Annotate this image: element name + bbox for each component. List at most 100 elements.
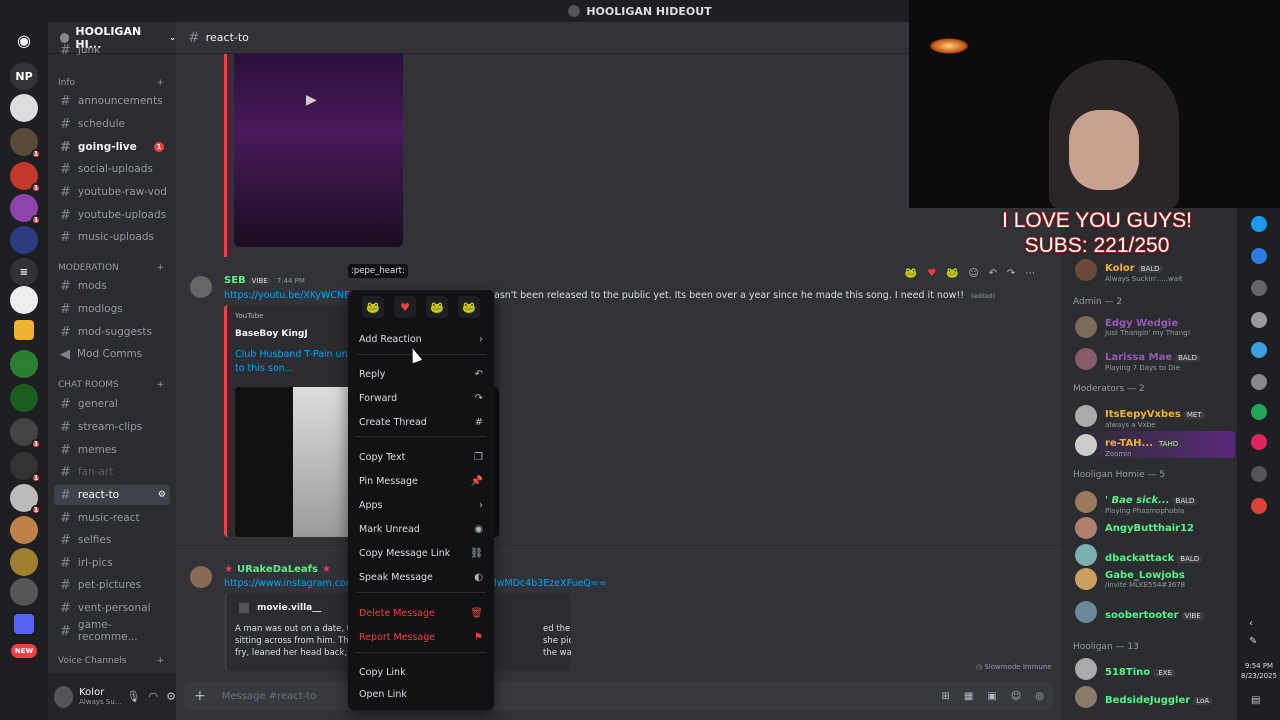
channel-mod-suggests[interactable]: # mod-suggests (54, 322, 170, 342)
menu-copy-text[interactable]: Copy Text ❐ (356, 447, 486, 467)
member-item[interactable]: Larissa Mae BALD Playing 7 Days to Die (1075, 345, 1235, 372)
message-link[interactable]: https://youtu.be/XKyWCNE (224, 290, 350, 301)
quick-reaction-pepe[interactable]: 🐸 (362, 296, 384, 318)
app-icon[interactable] (1251, 280, 1267, 296)
channel-going-live[interactable]: # going-live 1 (54, 137, 170, 157)
app-icon[interactable] (1251, 248, 1267, 264)
member-item[interactable]: 518Tino .EXE (1075, 658, 1235, 680)
guild-np[interactable]: NP (10, 62, 38, 90)
guild-icon[interactable]: 1 (10, 128, 41, 159)
channel-general[interactable]: # general (54, 394, 170, 414)
menu-mark-unread[interactable]: Mark Unread ◉ (356, 519, 486, 539)
category-info[interactable]: Info + (58, 78, 164, 88)
guild-icon[interactable]: 1 (10, 452, 41, 483)
menu-forward[interactable]: Forward ↷ (356, 388, 486, 408)
member-item[interactable]: BedsideJuggler LoA (1075, 686, 1235, 708)
headphones-icon[interactable]: ◠ (149, 690, 159, 703)
guild-icon[interactable] (10, 350, 38, 378)
settings-icon[interactable]: ⚙ (166, 690, 176, 703)
message-link-tail[interactable]: lwMDc4b3EzeXFueQ== (494, 578, 607, 589)
channel-announcements[interactable]: # announcements (54, 91, 170, 111)
plus-icon[interactable]: + (156, 78, 164, 88)
channel-schedule[interactable]: # schedule (54, 114, 170, 134)
menu-reply[interactable]: Reply ↶ (356, 364, 486, 384)
forward-icon[interactable]: ↷ (1007, 268, 1015, 279)
member-item[interactable]: ' Bae sick... BALD Playing Phasmophobia (1075, 488, 1235, 515)
app-icon[interactable] (1251, 466, 1267, 482)
channel-music-uploads[interactable]: # music-uploads (54, 227, 170, 247)
guild-icon[interactable]: ≡ (10, 258, 38, 286)
channel-fan-art[interactable]: # fan-art (54, 462, 170, 482)
apps-icon[interactable]: ◎ (1035, 691, 1044, 702)
app-icon[interactable] (1251, 342, 1267, 358)
channel-pet-pictures[interactable]: # pet-pictures (54, 575, 170, 595)
system-clock[interactable]: 9:54 PM 8/23/2025 (1238, 661, 1280, 681)
member-item[interactable]: Gabe_Lowjobs/invite MLKE554#3678 (1075, 568, 1235, 590)
channel-junk[interactable]: # junk (54, 44, 170, 56)
embed-title-2[interactable]: to this son... (235, 363, 294, 374)
channel-modlogs[interactable]: # modlogs (54, 299, 170, 319)
channel-music-react[interactable]: # music-react (54, 508, 170, 528)
channel-react-to[interactable]: # react-to ⚙ (54, 485, 170, 505)
gift-icon[interactable]: ⊞ (942, 691, 950, 702)
member-item[interactable]: AngyButthair12 (1075, 517, 1235, 539)
avatar[interactable] (54, 685, 74, 708)
chevron-left-icon[interactable]: ‹ (1249, 618, 1253, 629)
reaction-pepe-icon[interactable]: 🐸 (905, 268, 917, 279)
guild-icon[interactable] (10, 384, 38, 412)
menu-add-reaction[interactable]: Add Reaction › (356, 329, 486, 349)
embed-title[interactable]: Club Husband T-Pain un (235, 349, 348, 360)
channel-youtube-raw-vod[interactable]: # youtube-raw-vod (54, 182, 170, 202)
guild-icon[interactable]: 1 (10, 418, 41, 449)
channel-mod-comms[interactable]: ◀ Mod Comms (54, 344, 170, 364)
app-icon[interactable] (1251, 434, 1267, 450)
guild-icon[interactable] (10, 226, 38, 254)
guild-icon[interactable] (10, 286, 38, 314)
channel-irl-pics[interactable]: # irl-pics (54, 553, 170, 573)
menu-create-thread[interactable]: Create Thread # (356, 412, 486, 432)
member-item[interactable]: soobertooter VIBE (1075, 601, 1235, 623)
settings-icon[interactable]: ⚙ (158, 490, 166, 500)
menu-apps[interactable]: Apps › (356, 495, 486, 515)
quick-reaction-pepe[interactable]: 🐸 (426, 296, 448, 318)
channel-stream-clips[interactable]: # stream-clips (54, 417, 170, 437)
channel-selfies[interactable]: # selfies (54, 530, 170, 550)
guild-icon[interactable]: 1 (10, 162, 41, 193)
menu-open-link[interactable]: Open Link (356, 684, 486, 704)
video-thumbnail[interactable]: ▶ (234, 54, 403, 247)
guild-icon[interactable] (10, 548, 38, 576)
plus-icon[interactable]: + (194, 688, 206, 704)
channel-memes[interactable]: # memes (54, 440, 170, 460)
channel-mods[interactable]: # mods (54, 276, 170, 296)
quick-reaction-heart[interactable]: ♥ (394, 296, 416, 318)
app-icon[interactable] (1251, 404, 1267, 420)
member-item[interactable]: Edgy Wedgie Just Thangin' my Thang! (1075, 316, 1235, 338)
play-icon[interactable]: ▶ (306, 92, 317, 108)
reply-icon[interactable]: ↶ (989, 268, 997, 279)
sticker-icon[interactable]: ▣ (987, 691, 996, 702)
plus-icon[interactable]: + (156, 656, 164, 666)
message-link[interactable]: https://www.instagram.com (224, 578, 355, 589)
chrome-icon[interactable] (1251, 498, 1267, 514)
folder-icon[interactable] (14, 614, 34, 634)
guild-icon[interactable] (10, 578, 38, 606)
channel-vent-personal[interactable]: # vent-personal (54, 598, 170, 618)
category-moderation[interactable]: MODERATION + (58, 263, 164, 273)
category-chat-rooms[interactable]: CHAT ROOMS + (58, 380, 164, 390)
add-reaction-icon[interactable]: ☺ (968, 268, 978, 279)
menu-copy-message-link[interactable]: Copy Message Link ⛓ (356, 543, 486, 563)
guild-icon[interactable]: 1 (10, 194, 41, 225)
menu-delete-message[interactable]: Delete Message 🗑 (356, 603, 486, 623)
guild-icon[interactable]: 1 (10, 484, 41, 515)
avatar[interactable] (190, 566, 212, 588)
gif-icon[interactable]: ▦ (964, 691, 973, 702)
guild-icon[interactable] (10, 94, 38, 122)
emoji-icon[interactable]: ☺ (1011, 691, 1021, 702)
menu-report-message[interactable]: Report Message ⚑ (356, 627, 486, 647)
member-item[interactable]: ItsEepyVxbes MET always a Vxbe (1075, 402, 1235, 429)
steam-icon[interactable] (1251, 216, 1267, 232)
embed-author[interactable]: movie.villa__ (257, 603, 321, 613)
channel-game-recommendations[interactable]: # game-recomme... (54, 619, 170, 643)
member-item[interactable]: re-TAH... TAHD Zoomin (1075, 431, 1235, 458)
pen-icon[interactable]: ✎ (1249, 636, 1257, 647)
